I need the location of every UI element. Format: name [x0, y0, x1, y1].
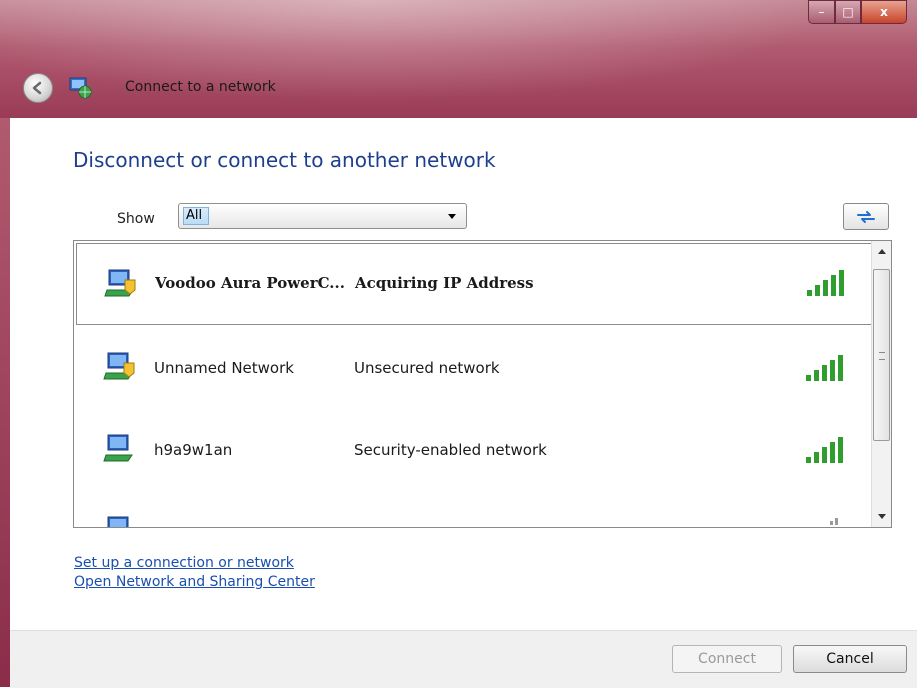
- window-title: Connect to a network: [125, 79, 276, 95]
- minimize-button[interactable]: –: [808, 0, 835, 24]
- wireless-network-icon: [103, 434, 133, 462]
- signal-strength-icon: [807, 270, 844, 296]
- network-row-voodoo[interactable]: Voodoo Aura PowerC... Acquiring IP Addre…: [76, 243, 872, 325]
- title-bar: – □ x Connect to a network: [0, 0, 917, 118]
- network-name: Voodoo Aura PowerC...: [155, 274, 345, 292]
- signal-strength-icon: [806, 355, 843, 381]
- close-button[interactable]: x: [861, 0, 907, 24]
- back-arrow-icon: [32, 81, 42, 95]
- setup-connection-link[interactable]: Set up a connection or network: [74, 555, 294, 571]
- network-row-partial[interactable]: [76, 495, 872, 527]
- network-status: Unsecured network: [354, 359, 500, 377]
- wireless-network-icon: [107, 516, 129, 527]
- refresh-button[interactable]: [843, 203, 889, 230]
- network-globe-icon: [69, 77, 92, 99]
- network-name: Unnamed Network: [154, 359, 294, 377]
- window-border: [0, 118, 10, 687]
- window-frame: – □ x Connect to a network Disconnect or…: [0, 0, 917, 688]
- secured-wireless-network-icon: [104, 269, 136, 297]
- page-heading: Disconnect or connect to another network: [73, 148, 496, 172]
- network-name: h9a9w1an: [154, 441, 233, 459]
- network-row-unnamed[interactable]: Unnamed Network Unsecured network: [76, 327, 872, 409]
- network-row-h9a9w1an[interactable]: h9a9w1an Security-enabled network: [76, 411, 872, 493]
- scroll-up-button[interactable]: [873, 242, 890, 260]
- show-label: Show: [117, 211, 155, 227]
- grip-icon: [879, 352, 885, 360]
- connect-button[interactable]: Connect: [672, 645, 782, 673]
- refresh-icon: [857, 210, 875, 223]
- chevron-down-icon: [877, 514, 886, 519]
- network-list[interactable]: Voodoo Aura PowerC... Acquiring IP Addre…: [73, 240, 892, 528]
- signal-strength-icon: [830, 518, 838, 525]
- back-button[interactable]: [23, 73, 53, 103]
- scroll-thumb[interactable]: [873, 269, 890, 441]
- maximize-button[interactable]: □: [835, 0, 861, 24]
- secured-wireless-network-icon: [103, 352, 135, 380]
- network-status: Security-enabled network: [354, 441, 547, 459]
- show-filter-dropdown[interactable]: All: [178, 203, 467, 229]
- network-sharing-center-link[interactable]: Open Network and Sharing Center: [74, 574, 315, 590]
- show-selected-value: All: [183, 207, 209, 225]
- list-scrollbar[interactable]: [871, 241, 891, 527]
- scroll-down-button[interactable]: [873, 508, 890, 526]
- caption-buttons: – □ x: [808, 0, 907, 30]
- signal-strength-icon: [806, 437, 843, 463]
- chevron-down-icon: [448, 214, 456, 219]
- chevron-up-icon: [877, 249, 886, 254]
- cancel-button[interactable]: Cancel: [793, 645, 907, 673]
- network-status: Acquiring IP Address: [355, 274, 534, 292]
